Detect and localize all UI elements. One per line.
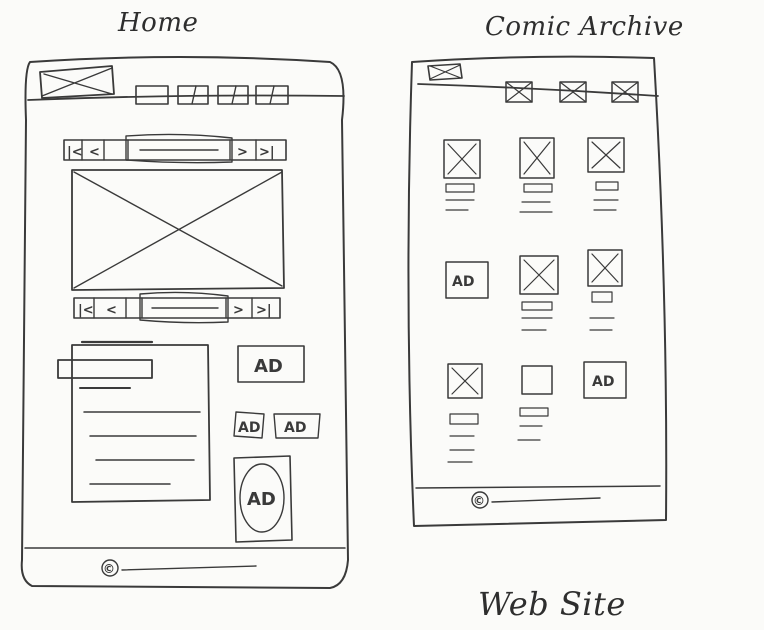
archive-ad[interactable]: AD xyxy=(583,361,627,399)
home-ad-large[interactable]: AD xyxy=(237,345,305,383)
home-footer: © xyxy=(101,559,257,577)
home-nav-menu[interactable] xyxy=(27,85,345,105)
svg-text:|<: |< xyxy=(67,145,83,160)
archive-logo-placeholder xyxy=(427,63,463,81)
svg-text:>|: >| xyxy=(256,303,272,318)
archive-thumb[interactable] xyxy=(443,139,481,211)
archive-thumb[interactable] xyxy=(519,137,555,213)
archive-ad[interactable]: AD xyxy=(445,261,489,299)
ad-label: AD xyxy=(592,374,614,390)
home-top-comic-nav[interactable]: |< < > >| xyxy=(63,133,287,164)
archive-thumb[interactable] xyxy=(519,255,559,331)
archive-thumb[interactable] xyxy=(587,249,623,331)
svg-text:<: < xyxy=(89,145,100,160)
ad-label: AD xyxy=(238,420,260,436)
svg-text:©: © xyxy=(473,494,485,508)
archive-thumb-empty[interactable] xyxy=(517,365,553,441)
svg-text:|<: |< xyxy=(78,303,94,318)
svg-text:>: > xyxy=(237,145,248,160)
home-text-panel xyxy=(57,340,211,503)
home-bottom-comic-nav[interactable]: |< < > >| xyxy=(73,291,281,324)
ad-label: AD xyxy=(452,274,474,290)
home-ad-small-right[interactable]: AD xyxy=(273,413,321,439)
ad-label: AD xyxy=(247,489,276,510)
home-ad-tall[interactable]: AD xyxy=(233,455,293,543)
wireframe-sketch: |< < > >| |< < > >| AD AD AD AD © AD AD … xyxy=(20,55,668,589)
svg-text:>: > xyxy=(233,303,244,318)
archive-page-frame xyxy=(407,55,668,527)
ad-label: AD xyxy=(284,420,306,436)
home-ad-small-left[interactable]: AD xyxy=(233,411,265,439)
ad-label: AD xyxy=(254,356,283,377)
archive-nav-menu[interactable] xyxy=(417,81,659,103)
svg-text:<: < xyxy=(106,303,117,318)
home-main-comic-placeholder xyxy=(71,169,285,291)
svg-text:>|: >| xyxy=(259,145,275,160)
home-logo-placeholder xyxy=(39,65,115,99)
archive-footer: © xyxy=(415,485,661,509)
svg-text:©: © xyxy=(103,562,115,576)
archive-thumb[interactable] xyxy=(587,137,625,211)
archive-thumb[interactable] xyxy=(447,363,483,463)
